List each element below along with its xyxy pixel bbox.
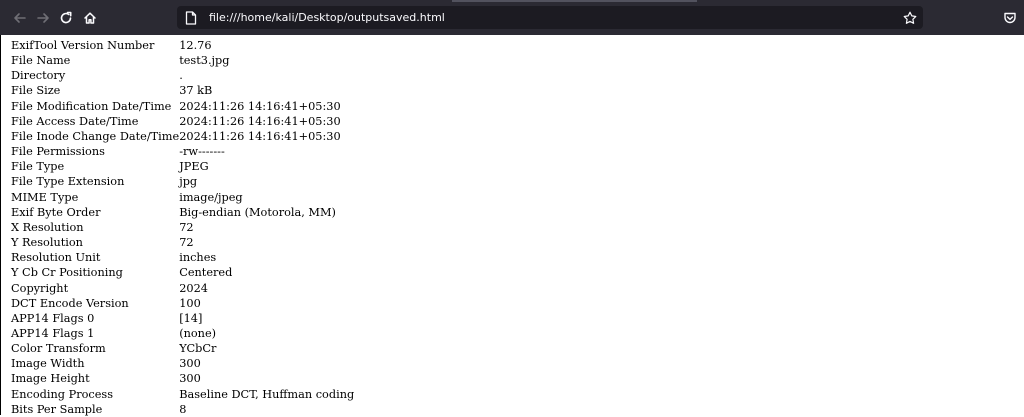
table-row: File Access Date/Time 2024:11:26 14:16:41…	[11, 114, 354, 129]
back-button[interactable]	[10, 8, 30, 28]
field-value: JPEG	[179, 160, 209, 174]
field-name: Image Width	[11, 357, 85, 371]
table-row: Copyright 2024	[11, 281, 354, 296]
arrow-left-icon	[14, 13, 26, 23]
field-name: File Type	[11, 160, 65, 174]
field-name: X Resolution	[11, 220, 84, 234]
page-icon	[185, 10, 199, 25]
page-content: ExifTool Version Number 12.76 File Name tes…	[0, 35, 1024, 417]
active-tab-indicator	[452, 0, 697, 2]
field-value: 72	[179, 236, 194, 250]
field-value: jpg	[179, 175, 198, 189]
table-row: Resolution Unit inches	[11, 250, 354, 265]
table-row: File Modification Date/Time 2024:11:26 14…	[11, 99, 354, 114]
field-name: Image Height	[11, 372, 90, 386]
table-row: File Name test3.jpg	[11, 53, 354, 68]
field-value: 300	[179, 357, 201, 371]
field-value: Baseline DCT, Huffman coding	[179, 387, 355, 401]
field-value: image/jpeg	[179, 190, 243, 204]
field-name: File Modification Date/Time	[11, 99, 172, 113]
field-name: DCT Encode Version	[11, 296, 129, 310]
table-row: APP14 Flags 1 (none)	[11, 326, 354, 341]
field-name: Exif Byte Order	[11, 205, 101, 219]
field-name: Copyright	[11, 281, 69, 295]
home-button[interactable]	[80, 8, 100, 28]
field-name: Encoding Process	[11, 387, 114, 401]
field-value: test3.jpg	[179, 54, 230, 68]
field-name: Color Transform	[11, 342, 106, 356]
field-value: 2024:11:26 14:16:41+05:30	[179, 114, 341, 128]
field-value: (none)	[179, 326, 217, 340]
table-row: File Permissions -rw-------	[11, 144, 354, 159]
address-bar[interactable]: file:///home/kali/Desktop/outputsaved.ht…	[177, 6, 923, 29]
table-row: Encoding Process Baseline DCT, Huffman co…	[11, 387, 354, 402]
field-value: 300	[179, 372, 201, 386]
table-row: Color Transform YCbCr	[11, 341, 354, 356]
table-row: Directory.	[11, 68, 354, 83]
table-row: File Type Extension jpg	[11, 174, 354, 189]
table-row: Image Width 300	[11, 356, 354, 371]
forward-button[interactable]	[33, 8, 53, 28]
field-name: Directory	[11, 69, 66, 83]
field-value: -rw-------	[179, 145, 225, 159]
table-row: ExifTool Version Number 12.76	[11, 38, 354, 53]
field-name: Y Resolution	[11, 236, 83, 250]
table-row: MIME Type image/jpeg	[11, 190, 354, 205]
exif-metadata-table: ExifTool Version Number 12.76 File Name tes…	[11, 38, 354, 417]
table-row: DCT Encode Version 100	[11, 296, 354, 311]
table-row: File Size 37 kB	[11, 83, 354, 98]
reload-button[interactable]	[56, 8, 76, 28]
table-row: Exif Byte Order Big-endian (Motorola, MM)	[11, 205, 354, 220]
field-name: Y Cb Cr Positioning	[11, 266, 123, 280]
field-name: File Name	[11, 54, 71, 68]
table-row: File Inode Change Date/Time 2024:11:26 14…	[11, 129, 354, 144]
field-value: 2024	[179, 281, 208, 295]
pocket-icon[interactable]	[1003, 10, 1017, 29]
field-value: 100	[179, 296, 201, 310]
field-name: MIME Type	[11, 190, 79, 204]
field-name: APP14 Flags 0	[11, 311, 95, 325]
arrow-right-icon	[37, 13, 49, 23]
field-value: 72	[179, 220, 194, 234]
field-value: YCbCr	[179, 342, 217, 356]
field-value: 2024:11:26 14:16:41+05:30	[179, 99, 341, 113]
browser-toolbar: file:///home/kali/Desktop/outputsaved.ht…	[0, 0, 1024, 35]
field-value: Big-endian (Motorola, MM)	[179, 205, 336, 219]
field-name: File Type Extension	[11, 175, 125, 189]
table-row: X Resolution 72	[11, 220, 354, 235]
home-icon	[84, 12, 96, 24]
table-row: Image Height 300	[11, 371, 354, 386]
table-row: Y Cb Cr Positioning Centered	[11, 265, 354, 280]
field-name: File Inode Change Date/Time	[11, 129, 180, 143]
field-value: 12.76	[179, 39, 212, 52]
url-text[interactable]: file:///home/kali/Desktop/outputsaved.ht…	[209, 11, 445, 24]
field-name: File Permissions	[11, 145, 105, 159]
field-value: Centered	[179, 266, 233, 280]
field-value: inches	[179, 251, 217, 265]
reload-icon	[60, 11, 72, 24]
field-name: File Size	[11, 84, 61, 98]
field-name: ExifTool Version Number	[11, 39, 155, 52]
star-icon[interactable]	[903, 10, 917, 29]
field-value: 37 kB	[179, 84, 213, 98]
field-name: File Access Date/Time	[11, 114, 139, 128]
field-name: APP14 Flags 1	[11, 326, 95, 340]
field-value: [14]	[179, 311, 203, 325]
field-value: .	[179, 69, 183, 83]
table-row: APP14 Flags 0 [14]	[11, 311, 354, 326]
table-row: File Type JPEG	[11, 159, 354, 174]
table-row: Y Resolution 72	[11, 235, 354, 250]
field-value: 2024:11:26 14:16:41+05:30	[179, 129, 341, 143]
field-name: Resolution Unit	[11, 251, 101, 265]
